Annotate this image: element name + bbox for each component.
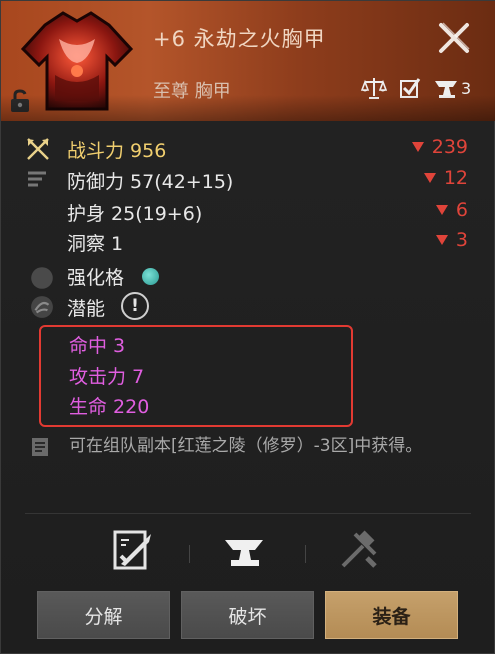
stat-label: 战斗力 956 — [67, 140, 167, 162]
enhance-gem-icon[interactable] — [142, 268, 159, 285]
stat-delta-value: 6 — [455, 199, 468, 221]
stat-delta: 239 — [411, 136, 468, 158]
hammer-tools-icon[interactable] — [337, 528, 381, 572]
close-icon[interactable] — [433, 17, 475, 59]
item-source-text: 可在组队副本[红莲之陵（修罗）-3区]中获得。 — [69, 436, 423, 456]
stat-row-combat-power: 战斗力 956 239 — [1, 134, 495, 164]
unlock-icon[interactable] — [9, 89, 31, 113]
list-lines-icon — [28, 171, 46, 187]
potential-warning-icon[interactable]: ! — [121, 292, 149, 320]
action-separator — [305, 545, 306, 563]
potential-row: 潜能 ! — [1, 292, 495, 322]
slot-dot-icon — [31, 267, 53, 289]
header-tools: 3 — [361, 75, 471, 101]
stat-label: 防御力 57(42+15) — [67, 171, 234, 193]
equip-button[interactable]: 装备 — [325, 591, 458, 639]
affix-line: 命中 3 — [69, 335, 126, 357]
anvil-icon[interactable] — [433, 75, 459, 101]
enhance-slot-label: 强化格 — [67, 267, 125, 289]
stat-delta: 12 — [423, 167, 468, 189]
item-grade-type: 至尊 胸甲 — [153, 81, 231, 102]
stat-label: 护身 25(19+6) — [67, 203, 203, 225]
stat-row-defense: 防御力 57(42+15) 12 — [1, 165, 495, 195]
affix-line: 生命 220 — [69, 396, 150, 418]
stat-row-insight: 洞察 1 3 — [1, 227, 495, 257]
dismantle-button[interactable]: 分解 — [37, 591, 170, 639]
potential-label: 潜能 — [67, 298, 106, 320]
item-header: +6 永劫之火胸甲 至尊 胸甲 3 — [1, 1, 495, 121]
armor-chest-icon — [20, 11, 134, 111]
stat-label: 洞察 1 — [67, 233, 124, 255]
stat-delta: 6 — [435, 199, 468, 221]
stat-delta-value: 3 — [455, 229, 468, 251]
appraise-sword-icon[interactable] — [111, 528, 155, 572]
stat-delta-value: 12 — [443, 167, 468, 189]
affix-line: 攻击力 7 — [69, 366, 145, 388]
stat-row-protection: 护身 25(19+6) 6 — [1, 197, 495, 227]
item-title: +6 永劫之火胸甲 — [153, 27, 326, 51]
stat-delta-value: 239 — [431, 136, 468, 158]
destroy-button[interactable]: 破坏 — [181, 591, 314, 639]
divider — [25, 513, 471, 514]
compare-scale-icon[interactable] — [361, 75, 387, 101]
enhance-slot-row: 强化格 — [1, 261, 495, 291]
anvil-count: 3 — [461, 78, 472, 98]
stat-delta: 3 — [435, 229, 468, 251]
down-triangle-icon — [411, 142, 424, 152]
action-separator — [189, 545, 190, 563]
anvil-icon[interactable] — [223, 528, 267, 572]
down-triangle-icon — [435, 205, 448, 215]
document-icon — [32, 438, 48, 456]
potential-swirl-icon — [31, 296, 53, 318]
crossed-swords-icon — [27, 138, 49, 160]
down-triangle-icon — [423, 173, 436, 183]
checkbox-icon[interactable] — [397, 75, 423, 101]
item-tooltip-panel: +6 永劫之火胸甲 至尊 胸甲 3 战斗力 956 239 防御力 57(42+… — [0, 0, 495, 654]
down-triangle-icon — [435, 235, 448, 245]
